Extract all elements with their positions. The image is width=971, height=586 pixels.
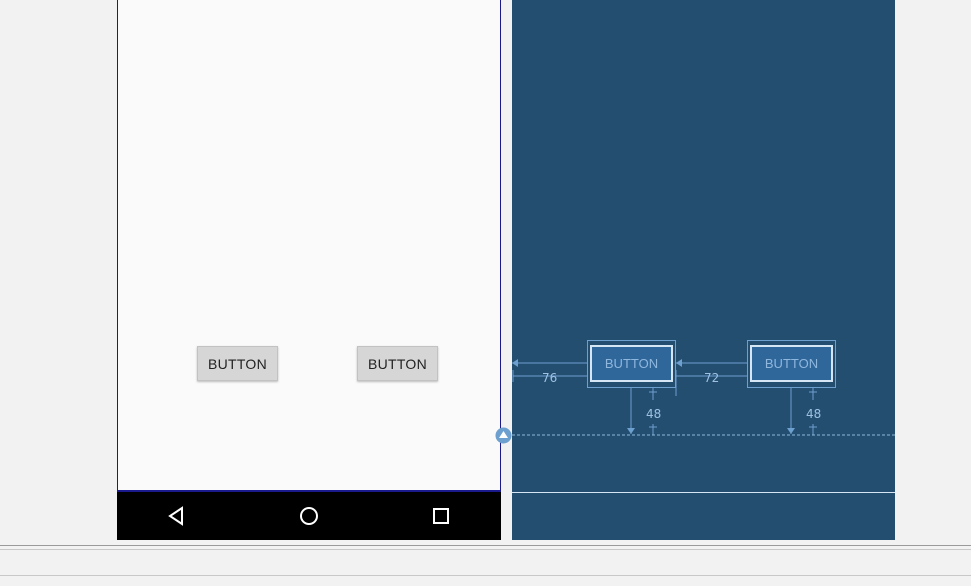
blueprint-button-1[interactable]: BUTTON <box>590 345 673 382</box>
margin-bottom-2-label: 48 <box>806 407 822 421</box>
panel-divider-secondary <box>0 549 971 550</box>
blueprint-button-2[interactable]: BUTTON <box>750 345 833 382</box>
panel-divider <box>0 545 971 546</box>
blueprint-button-2-label: BUTTON <box>764 356 819 371</box>
margin-left-label: 76 <box>542 371 558 385</box>
margin-between-label: 72 <box>704 371 720 385</box>
blueprint-button-1-label: BUTTON <box>604 356 659 371</box>
margin-bottom-1-label: 48 <box>646 407 662 421</box>
constraint-lines <box>512 359 895 493</box>
guideline-handle-icon[interactable] <box>495 427 512 444</box>
status-bar-top <box>0 575 971 576</box>
